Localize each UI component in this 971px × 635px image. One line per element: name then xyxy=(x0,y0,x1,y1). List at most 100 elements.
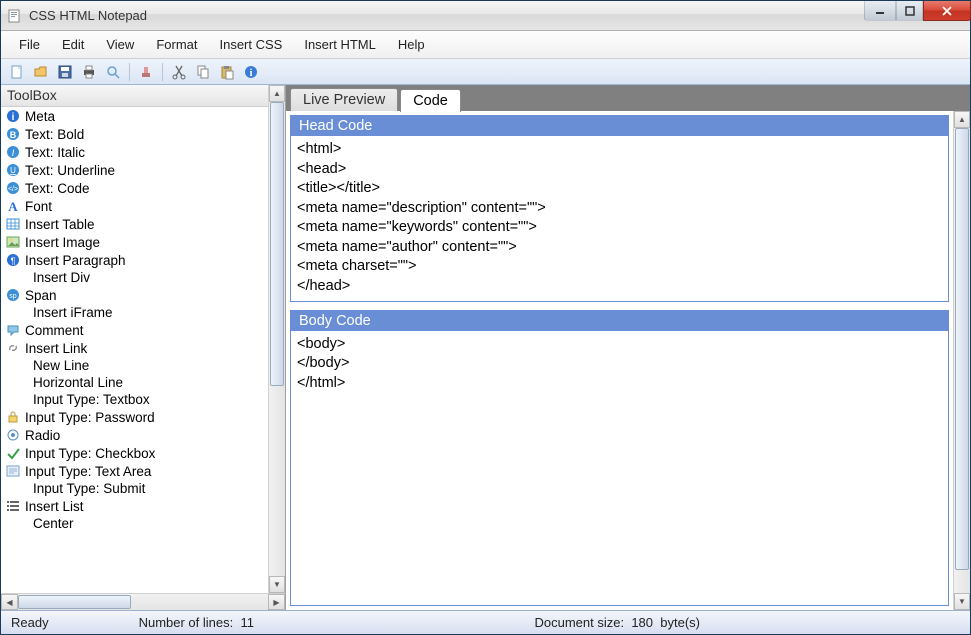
minimize-button[interactable] xyxy=(864,1,896,21)
toolbox-item[interactable]: Input Type: Text Area xyxy=(1,462,268,480)
scroll-hthumb[interactable] xyxy=(18,595,131,609)
scroll-up-button[interactable]: ▲ xyxy=(269,85,285,102)
toolbar-separator xyxy=(162,63,163,81)
svg-text:A: A xyxy=(8,199,18,213)
tab-code[interactable]: Code xyxy=(400,89,461,112)
scroll-thumb[interactable] xyxy=(955,128,969,570)
toolbox-item-label: Insert Link xyxy=(25,341,87,356)
toolbox-item[interactable]: Insert Div xyxy=(1,269,268,286)
toolbox-item[interactable]: Insert Link xyxy=(1,339,268,357)
status-docsize-value: 180 xyxy=(631,615,653,630)
scroll-down-button[interactable]: ▼ xyxy=(954,593,970,610)
tab-live-preview[interactable]: Live Preview xyxy=(290,88,398,111)
scroll-right-button[interactable]: ▶ xyxy=(268,594,285,610)
toolbox-item-label: Input Type: Text Area xyxy=(25,464,151,479)
toolbox-item[interactable]: Input Type: Checkbox xyxy=(1,444,268,462)
toolbox-item-label: Horizontal Line xyxy=(33,375,123,390)
scroll-down-button[interactable]: ▼ xyxy=(269,576,285,593)
toolbox-item[interactable]: Insert List xyxy=(1,497,268,515)
toolbox-item[interactable]: Input Type: Textbox xyxy=(1,391,268,408)
checkbox-icon xyxy=(5,445,21,461)
paragraph-icon: ¶ xyxy=(5,252,21,268)
menu-view[interactable]: View xyxy=(96,33,144,56)
copy-icon[interactable] xyxy=(193,62,213,82)
toolbox-item[interactable]: Horizontal Line xyxy=(1,374,268,391)
toolbox-item[interactable]: Input Type: Submit xyxy=(1,480,268,497)
toolbox-item[interactable]: Input Type: Password xyxy=(1,408,268,426)
toolbox-item[interactable]: Center xyxy=(1,515,268,532)
window-title: CSS HTML Notepad xyxy=(29,8,864,23)
cut-icon[interactable] xyxy=(169,62,189,82)
code-panels: Head Code <html> <head> <title></title> … xyxy=(286,111,953,610)
toolbox-item[interactable]: IText: Italic xyxy=(1,143,268,161)
toolbox-item[interactable]: UText: Underline xyxy=(1,161,268,179)
toolbar: i xyxy=(1,59,970,85)
head-code-panel: Head Code <html> <head> <title></title> … xyxy=(290,115,949,302)
open-folder-icon[interactable] xyxy=(31,62,51,82)
menu-format[interactable]: Format xyxy=(146,33,207,56)
close-button[interactable] xyxy=(923,1,971,21)
toolbox-item[interactable]: iMeta xyxy=(1,107,268,125)
password-icon xyxy=(5,409,21,425)
menu-insert-html[interactable]: Insert HTML xyxy=(294,33,386,56)
app-icon xyxy=(7,8,23,24)
paste-icon[interactable] xyxy=(217,62,237,82)
head-code-editor[interactable]: <html> <head> <title></title> <meta name… xyxy=(291,136,948,301)
toolbar-separator xyxy=(129,63,130,81)
toolbox-item[interactable]: Insert Image xyxy=(1,233,268,251)
window-buttons xyxy=(864,1,971,21)
svg-text:¶: ¶ xyxy=(11,256,16,266)
scroll-thumb[interactable] xyxy=(270,102,284,386)
body-code-title: Body Code xyxy=(291,311,948,331)
menu-file[interactable]: File xyxy=(9,33,50,56)
main-area: ToolBox iMetaBText: BoldIText: ItalicUTe… xyxy=(1,85,970,610)
menu-help[interactable]: Help xyxy=(388,33,435,56)
app-window: CSS HTML Notepad File Edit View Format I… xyxy=(0,0,971,635)
toolbox-item[interactable]: ¶Insert Paragraph xyxy=(1,251,268,269)
body-code-editor[interactable]: <body> </body> </html> xyxy=(291,331,948,606)
meta-icon: i xyxy=(5,108,21,124)
sidebar-vertical-scrollbar[interactable]: ▲ ▼ xyxy=(268,85,285,593)
toolbox-item[interactable]: Radio xyxy=(1,426,268,444)
maximize-button[interactable] xyxy=(896,1,923,21)
scroll-track[interactable] xyxy=(269,102,285,576)
scroll-left-button[interactable]: ◀ xyxy=(1,594,18,610)
code-icon: </> xyxy=(5,180,21,196)
toolbox-item[interactable]: New Line xyxy=(1,357,268,374)
status-docsize: Document size: 180 byte(s) xyxy=(535,615,701,630)
list-icon xyxy=(5,498,21,514)
toolbox-item[interactable]: </>Text: Code xyxy=(1,179,268,197)
zoom-icon[interactable] xyxy=(103,62,123,82)
toolbox-item[interactable]: Comment xyxy=(1,321,268,339)
italic-icon: I xyxy=(5,144,21,160)
toolbox-item[interactable]: spSpan xyxy=(1,286,268,304)
sidebar-horizontal-scrollbar[interactable]: ◀ ▶ xyxy=(1,593,285,610)
content-vertical-scrollbar[interactable]: ▲ ▼ xyxy=(953,111,970,610)
toolbox-item-label: Input Type: Checkbox xyxy=(25,446,155,461)
status-lines: Number of lines: 11 xyxy=(139,615,254,630)
stamp-icon[interactable] xyxy=(136,62,156,82)
print-icon[interactable] xyxy=(79,62,99,82)
svg-text:U: U xyxy=(10,166,16,175)
info-icon[interactable]: i xyxy=(241,62,261,82)
save-icon[interactable] xyxy=(55,62,75,82)
scroll-up-button[interactable]: ▲ xyxy=(954,111,970,128)
sidebar: ToolBox iMetaBText: BoldIText: ItalicUTe… xyxy=(1,85,286,610)
toolbox-item[interactable]: Insert Table xyxy=(1,215,268,233)
menu-edit[interactable]: Edit xyxy=(52,33,94,56)
comment-icon xyxy=(5,322,21,338)
toolbox-item-label: Insert List xyxy=(25,499,84,514)
scroll-htrack[interactable] xyxy=(18,594,268,610)
new-file-icon[interactable] xyxy=(7,62,27,82)
toolbox-item-label: Insert Table xyxy=(25,217,95,232)
toolbox-item[interactable]: Insert iFrame xyxy=(1,304,268,321)
scroll-track[interactable] xyxy=(954,128,970,593)
tabs-row: Live Preview Code xyxy=(286,85,970,111)
menu-insert-css[interactable]: Insert CSS xyxy=(209,33,292,56)
status-lines-value: 11 xyxy=(240,615,254,630)
toolbox-item-label: Text: Bold xyxy=(25,127,84,142)
toolbox-item-label: Radio xyxy=(25,428,60,443)
toolbox-item-label: Span xyxy=(25,288,57,303)
toolbox-item[interactable]: AFont xyxy=(1,197,268,215)
toolbox-item[interactable]: BText: Bold xyxy=(1,125,268,143)
